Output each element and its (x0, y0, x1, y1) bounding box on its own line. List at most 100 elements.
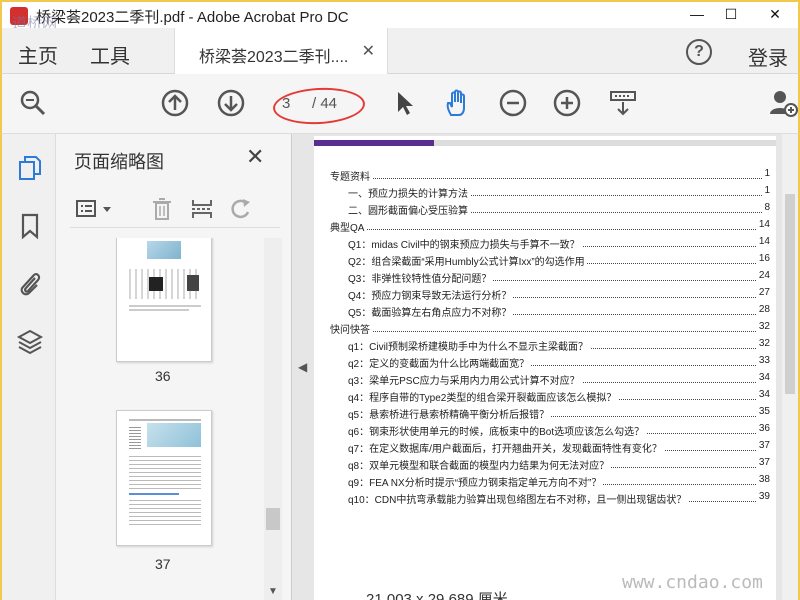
document-tab-close-button[interactable]: ✕ (362, 41, 375, 61)
toc-entry[interactable]: q9：FEA NX分析时提示“预应力钢束指定单元方向不对”？ 38 (314, 472, 776, 489)
zoom-out-icon[interactable] (498, 88, 528, 118)
table-of-contents: 专题资料 1 一、预应力损失的计算方法 1 二、圆形截面偏心受压验算 8 典型QA 14 Q1：… (314, 166, 776, 506)
toc-entry-page: 1 (762, 185, 770, 196)
toc-entry[interactable]: Q4：预应力钢束导致无法运行分析？ 27 (314, 285, 776, 302)
toc-entry-title: Q1：midas Civil中的钢束预应力损失与手算不一致？ (348, 236, 582, 251)
add-user-icon[interactable] (768, 88, 798, 118)
toc-entry-page: 14 (756, 219, 770, 230)
toc-entry-title: q10：CDN中抗弯承载能力验算出现包络图左右不对称，且一侧出现锯齿状？ (348, 491, 689, 506)
toc-entry[interactable]: q3：梁单元PSC应力与采用内力用公式计算不对应？ 34 (314, 370, 776, 387)
toc-entry-title: 典型QA (330, 219, 367, 234)
tools-tab[interactable]: 工具 (90, 40, 130, 69)
toc-leader-dots (354, 178, 766, 179)
bookmark-icon[interactable] (16, 212, 44, 240)
page-thumbnail-37[interactable] (116, 410, 212, 546)
home-tab[interactable]: 主页 (18, 40, 58, 69)
hand-icon[interactable] (442, 88, 472, 118)
toc-entry-title: q9：FEA NX分析时提示“预应力钢束指定单元方向不对”？ (348, 474, 604, 489)
main-toolbar: 3 / 44 (0, 74, 800, 134)
toc-entry[interactable]: q10：CDN中抗弯承载能力验算出现包络图左右不对称，且一侧出现锯齿状？ 39 (314, 489, 776, 506)
extract-page-icon[interactable] (188, 196, 216, 222)
help-icon[interactable]: ? (686, 39, 712, 65)
document-tab[interactable]: 桥梁荟2023二季刊.... ✕ (174, 28, 388, 74)
toc-entry[interactable]: Q2：组合梁截面“采用Humbly公式计算Ixx”的勾选作用 16 (314, 251, 776, 268)
toc-entry[interactable]: 二、圆形截面偏心受压验算 8 (314, 200, 776, 217)
toc-entry[interactable]: q5：悬索桥进行悬索桥精确平衡分析后报错？ 35 (314, 404, 776, 421)
thumbnail-text-block (129, 499, 201, 525)
minimize-button[interactable]: — (686, 4, 708, 24)
rotate-page-icon[interactable] (228, 196, 256, 222)
login-button[interactable]: 登录 (748, 42, 788, 71)
toc-entry[interactable]: Q5：截面验算左右角点应力不对称？ 28 (314, 302, 776, 319)
search-icon[interactable] (18, 88, 48, 118)
arrow-up-icon[interactable] (160, 88, 190, 118)
attachment-icon[interactable] (16, 270, 44, 298)
toc-entry[interactable]: q4：程序自带的Type2类型的组合梁开裂截面应该怎么模拟？ 34 (314, 387, 776, 404)
document-tab-label: 桥梁荟2023二季刊.... (199, 49, 349, 66)
thumbnail-scrollbar-thumb[interactable] (266, 508, 280, 530)
toc-entry[interactable]: q1：Civil预制梁桥建模助手中为什么不显示主梁截面？ 32 (314, 336, 776, 353)
toc-entry-title: q4：程序自带的Type2类型的组合梁开裂截面应该怎么模拟？ (348, 389, 619, 404)
toc-leader-dots (354, 331, 766, 332)
toc-entry[interactable]: Q3：非弹性铰特性值分配问题？ 24 (314, 268, 776, 285)
panel-title: 页面缩略图 (74, 152, 164, 172)
toc-entry[interactable]: Q1：midas Civil中的钢束预应力损失与手算不一致？ 14 (314, 234, 776, 251)
title-bar: 桥梁荟2023二季刊.pdf - Adobe Acrobat Pro DC 道桥… (0, 0, 800, 32)
menu-tab-bar: 主页 工具 桥梁荟2023二季刊.... ✕ ? 登录 (0, 28, 800, 74)
page-header-accent (314, 140, 434, 146)
toc-entry[interactable]: q6：钢束形状使用单元的时候，底板束中的Bot选项应该怎么勾选？ 36 (314, 421, 776, 438)
close-window-button[interactable]: ✕ (764, 4, 786, 24)
page-header-bar (314, 140, 776, 146)
maximize-button[interactable]: ☐ (720, 4, 742, 24)
layers-icon[interactable] (16, 328, 44, 356)
toc-entry[interactable]: q8：双单元模型和联合截面的模型内力结果为何无法对应？ 37 (314, 455, 776, 472)
scroll-down-icon[interactable]: ▼ (268, 586, 278, 597)
thumbnail-options-icon[interactable] (74, 196, 102, 222)
page-thumbnail-36[interactable] (116, 238, 212, 362)
arrow-down-icon[interactable] (216, 88, 246, 118)
thumbnail-image (147, 423, 201, 447)
thumbnail-figure-block (187, 275, 199, 291)
thumbnail-text-line (129, 305, 201, 307)
panel-tools (70, 192, 280, 228)
delete-page-icon[interactable] (148, 196, 176, 222)
toc-entry-title: Q3：非弹性铰特性值分配问题？ (348, 270, 494, 285)
toc-entry-page: 14 (756, 236, 770, 247)
toc-entry[interactable]: q7：在定义数据库/用户截面后，打开翘曲开关，发现截面特性有变化？ 37 (314, 438, 776, 455)
panel-close-button[interactable]: ✕ (246, 144, 264, 170)
toc-entry[interactable]: 一、预应力损失的计算方法 1 (314, 183, 776, 200)
thumbnail-figure-block (149, 277, 163, 291)
scroll-mode-icon[interactable] (608, 88, 638, 118)
toc-entry-title: 二、圆形截面偏心受压验算 (348, 202, 470, 217)
toc-entry-title: q8：双单元模型和联合截面的模型内力结果为何无法对应？ (348, 457, 612, 472)
zoom-in-icon[interactable] (552, 88, 582, 118)
thumbnail-list[interactable]: 36 37 (56, 238, 292, 600)
toc-entry-page: 39 (756, 491, 770, 502)
select-arrow-icon[interactable] (390, 88, 420, 118)
toc-entry-title: q3：梁单元PSC应力与采用内力用公式计算不对应？ (348, 372, 582, 387)
chevron-down-icon[interactable] (100, 196, 114, 222)
window-title: 桥梁荟2023二季刊.pdf - Adobe Acrobat Pro DC (36, 9, 349, 26)
thumbnail-scrollbar[interactable]: ▼ (264, 238, 282, 600)
page-thumbnails-icon[interactable] (16, 154, 44, 182)
toc-entry-title: 快问快答 (330, 321, 372, 336)
document-view[interactable]: ◀ 专题资料 1 一、预应力损失的计算方法 1 二、圆形截面偏心受压验算 8 典型QA 14 Q… (292, 134, 800, 600)
watermark-bottom-right: www.cndao.com (622, 572, 763, 593)
toc-entry[interactable]: 典型QA 14 (314, 217, 776, 234)
toc-entry-page: 32 (756, 321, 770, 332)
toc-entry-page: 34 (756, 372, 770, 383)
thumbnail-text-block (129, 455, 201, 489)
toc-entry-page: 27 (756, 287, 770, 298)
collapse-panel-icon[interactable]: ◀ (298, 360, 307, 374)
thumbnail-text-line (129, 309, 189, 311)
toc-entry[interactable]: 专题资料 1 (314, 166, 776, 183)
document-scrollbar-thumb[interactable] (785, 194, 795, 394)
toc-entry-page: 32 (756, 338, 770, 349)
toc-entry-title: Q5：截面验算左右角点应力不对称？ (348, 304, 514, 319)
document-scrollbar[interactable] (782, 134, 798, 600)
toc-entry[interactable]: 快问快答 32 (314, 319, 776, 336)
toc-entry[interactable]: q2：定义的变截面为什么比两端截面宽？ 33 (314, 353, 776, 370)
toc-entry-page: 24 (756, 270, 770, 281)
toc-entry-title: Q4：预应力钢束导致无法运行分析？ (348, 287, 514, 302)
toc-entry-page: 16 (756, 253, 770, 264)
